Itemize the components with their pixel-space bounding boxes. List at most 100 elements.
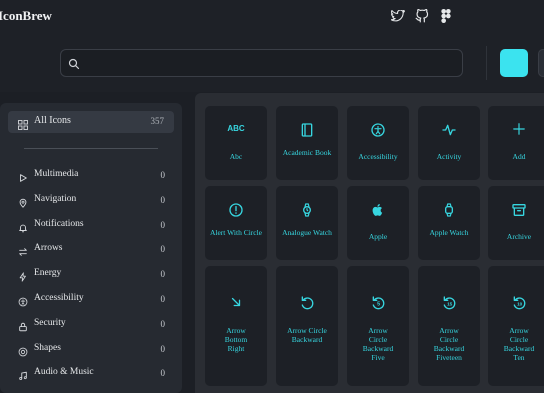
- github-icon[interactable]: [414, 8, 429, 23]
- twitter-icon[interactable]: [390, 8, 405, 23]
- sidebar-item-label: Audio & Music: [34, 367, 94, 378]
- search-icon: [68, 57, 80, 75]
- header: IconBrew: [0, 0, 544, 92]
- svg-text:5: 5: [377, 302, 380, 308]
- icon-card-name: Alert With Circle: [209, 228, 263, 237]
- sidebar-item-energy[interactable]: Energy 0: [18, 267, 168, 283]
- icon-card-accessibility[interactable]: Accessibility: [347, 106, 409, 180]
- icon-card-name: Arrow Bottom Right: [224, 326, 248, 353]
- sidebar-item-count: 0: [160, 343, 166, 354]
- icon-card-activity[interactable]: Activity: [418, 106, 480, 180]
- sidebar-item-arrows[interactable]: Arrows 0: [18, 242, 168, 258]
- sidebar-item-shapes[interactable]: Shapes 0: [18, 342, 168, 358]
- apple-watch-icon: [418, 202, 480, 218]
- watch-icon: [276, 202, 338, 218]
- icon-card-arrow-circle-backward-five[interactable]: 5 Arrow Circle Backward Five: [347, 266, 409, 386]
- bell-icon: [18, 220, 28, 238]
- sidebar-item-count: 0: [160, 170, 166, 180]
- accent-color-button[interactable]: [500, 49, 528, 77]
- icon-card-apple-watch[interactable]: Apple Watch: [418, 186, 480, 260]
- icon-card-analogue-watch[interactable]: Analogue Watch: [276, 186, 338, 260]
- sidebar-item-count: 0: [160, 269, 166, 280]
- sidebar-item-label: Navigation: [34, 193, 77, 204]
- icon-card-arrow-circle-backward-ten[interactable]: 10 Arrow Circle Backward Ten: [488, 266, 544, 386]
- sidebar-item-count: 357: [150, 116, 165, 126]
- icon-card-name: Arrow Circle Backward Ten: [503, 326, 535, 362]
- sidebar-item-multimedia[interactable]: Multimedia 0: [18, 168, 168, 184]
- icon-card-arrow-circle-backward[interactable]: Arrow Circle Backward: [276, 266, 338, 386]
- icon-card-name: Abc: [229, 152, 243, 161]
- sidebar-item-count: 0: [160, 219, 166, 230]
- sidebar-item-security[interactable]: Security 0: [18, 317, 168, 333]
- music-icon: [18, 368, 28, 386]
- app-logo[interactable]: IconBrew: [0, 8, 52, 24]
- header-divider: [486, 46, 487, 80]
- plus-icon: [488, 122, 544, 136]
- icon-card-name: Archive: [506, 232, 532, 241]
- search-bar: [60, 49, 463, 77]
- icon-card-alert-with-circle[interactable]: Alert With Circle: [205, 186, 267, 260]
- icon-card-arrow-circle-backward-fiveteen[interactable]: 15 Arrow Circle Backward Fiveteen: [418, 266, 480, 386]
- search-input[interactable]: [87, 53, 457, 73]
- sidebar-divider: [24, 148, 158, 149]
- icon-card-name: Apple: [368, 232, 388, 241]
- play-icon: [18, 170, 28, 188]
- sidebar-item-count: 0: [160, 368, 166, 379]
- archive-icon: [488, 202, 544, 218]
- sidebar-item-navigation[interactable]: Navigation 0: [18, 193, 168, 209]
- icon-card-academic-book[interactable]: Academic Book: [276, 106, 338, 180]
- svg-text:ABC: ABC: [227, 124, 245, 133]
- arrow-circle-backward-five-icon: 5: [347, 295, 409, 311]
- icon-card-name: Arrow Circle Backward Fiveteen: [433, 326, 465, 362]
- icon-card-apple[interactable]: Apple: [347, 186, 409, 260]
- lock-icon: [18, 319, 28, 337]
- sidebar-item-label: Notifications: [34, 218, 84, 229]
- sidebar-item-label: Security: [34, 317, 66, 328]
- sidebar-item-label: All Icons: [34, 115, 71, 126]
- sidebar-item-audio-music[interactable]: Audio & Music 0: [18, 366, 168, 382]
- icon-card-add[interactable]: Add: [488, 106, 544, 180]
- apple-icon: [347, 202, 409, 218]
- abc-icon: ABC: [205, 122, 267, 134]
- icon-card-name: Activity: [436, 152, 462, 161]
- sidebar-item-label: Accessibility: [34, 293, 84, 303]
- icon-card-name: Accessibility: [358, 152, 398, 161]
- arrow-circle-backward-ten-icon: 10: [488, 295, 544, 311]
- bolt-icon: [18, 269, 28, 287]
- sidebar-item-accessibility[interactable]: Accessibility 0: [18, 292, 168, 308]
- sidebar-item-count: 0: [160, 294, 166, 304]
- sidebar-item-label: Energy: [34, 268, 62, 279]
- grid-icon: [18, 117, 28, 135]
- sidebar: All Icons 357 Multimedia 0 Navigation 0 Noti…: [0, 103, 182, 393]
- arrows-swap-icon: [18, 244, 28, 262]
- accessibility-icon: [18, 294, 28, 312]
- icon-card-name: Academic Book: [282, 148, 332, 157]
- map-pin-icon: [18, 195, 28, 213]
- sidebar-item-all-icons[interactable]: All Icons 357: [8, 111, 174, 133]
- book-icon: [276, 122, 338, 138]
- arrow-bottom-right-icon: [205, 295, 267, 309]
- sidebar-item-count: 0: [160, 244, 166, 255]
- arrow-circle-backward-fiveteen-icon: 15: [418, 295, 480, 311]
- sidebar-item-label: Multimedia: [34, 169, 79, 179]
- svg-text:15: 15: [447, 301, 453, 306]
- icon-card-name: Arrow Circle Backward: [287, 326, 327, 344]
- activity-icon: [418, 122, 480, 138]
- alert-circle-icon: [205, 202, 267, 218]
- icon-card-name: Apple Watch: [429, 228, 469, 237]
- social-links: [390, 8, 453, 23]
- arrow-circle-backward-icon: [276, 295, 338, 311]
- secondary-button[interactable]: [538, 49, 544, 77]
- accessibility-icon: [347, 122, 409, 138]
- icon-grid: ABC Abc Academic Book Accessibility Activity…: [195, 93, 544, 393]
- shapes-icon: [18, 344, 28, 362]
- icon-card-arrow-bottom-right[interactable]: Arrow Bottom Right: [205, 266, 267, 386]
- figma-icon[interactable]: [438, 8, 453, 23]
- sidebar-item-count: 0: [160, 318, 166, 329]
- icon-card-abc[interactable]: ABC Abc: [205, 106, 267, 180]
- svg-text:10: 10: [517, 301, 523, 306]
- sidebar-item-notifications[interactable]: Notifications 0: [18, 218, 168, 234]
- sidebar-item-count: 0: [160, 194, 166, 205]
- icon-card-archive[interactable]: Archive: [488, 186, 544, 260]
- icon-card-name: Add: [512, 152, 526, 161]
